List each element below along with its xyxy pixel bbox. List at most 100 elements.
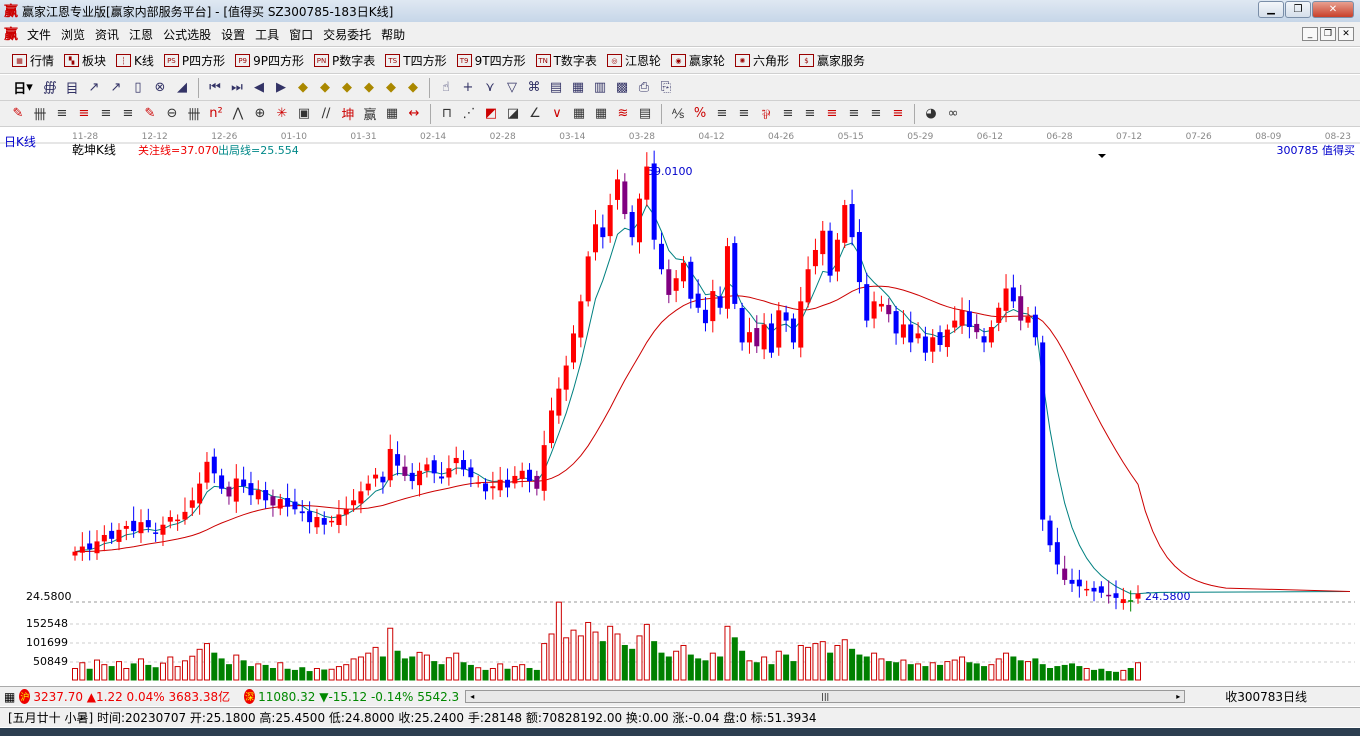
chart-tool-icon[interactable]: ▯ xyxy=(128,78,148,98)
menu-item[interactable]: 设置 xyxy=(216,26,250,43)
chart-tool-icon[interactable]: ↗ xyxy=(106,78,126,98)
quote-list-icon[interactable]: ▦ xyxy=(4,690,15,704)
toolbar-button[interactable]: $ 赢家服务 xyxy=(795,52,869,69)
drawing-tool-icon[interactable]: ✳ xyxy=(272,104,292,124)
drawing-tool-icon[interactable]: ≡ xyxy=(822,104,842,124)
menu-item[interactable]: 帮助 xyxy=(376,26,410,43)
drawing-tool-icon[interactable]: 卌 xyxy=(184,104,204,124)
chart-tool-icon[interactable]: ◆ xyxy=(293,78,313,98)
menu-item[interactable]: 江恩 xyxy=(124,26,158,43)
toolbar-button[interactable]: ▚ 板块 xyxy=(60,52,110,69)
drawing-tool-icon[interactable]: ≡ xyxy=(712,104,732,124)
drawing-tool-icon[interactable]: ∠ xyxy=(525,104,545,124)
drawing-tool-icon[interactable]: ⅍ xyxy=(668,104,688,124)
chart-tool-icon[interactable]: ↗ xyxy=(84,78,104,98)
drawing-tool-icon[interactable]: ⊖ xyxy=(162,104,182,124)
drawing-tool-icon[interactable]: ∨ xyxy=(547,104,567,124)
toolbar-button[interactable]: PS P四方形 xyxy=(160,52,229,69)
chart-tool-icon[interactable]: ▽ xyxy=(502,78,522,98)
toolbar-button[interactable]: ✺ 六角形 xyxy=(731,52,793,69)
chart-tool-icon[interactable]: ◆ xyxy=(359,78,379,98)
chart-tool-icon[interactable]: 目 xyxy=(62,78,82,98)
chart-tool-icon[interactable]: ◀ xyxy=(249,78,269,98)
minimize-button[interactable]: ▁ xyxy=(1258,1,1284,18)
period-select[interactable]: 日 ▾ xyxy=(8,78,38,98)
menu-item[interactable]: 资讯 xyxy=(90,26,124,43)
chart-canvas[interactable]: 日K线 乾坤K线 关注线=37.070 出局线=25.554 300785 值得… xyxy=(0,127,1360,685)
menu-item[interactable]: 文件 xyxy=(22,26,56,43)
chart-tool-icon[interactable]: ⊗ xyxy=(150,78,170,98)
drawing-tool-icon[interactable]: ⊕ xyxy=(250,104,270,124)
toolbar-button[interactable]: TN T数字表 xyxy=(532,52,601,69)
drawing-tool-icon[interactable]: ▤ xyxy=(635,104,655,124)
chart-tool-icon[interactable]: ◢ xyxy=(172,78,192,98)
toolbar-button[interactable]: ◎ 江恩轮 xyxy=(603,52,665,69)
drawing-tool-icon[interactable]: ≡ xyxy=(800,104,820,124)
drawing-tool-icon[interactable]: ▦ xyxy=(569,104,589,124)
menu-item[interactable]: 交易委托 xyxy=(318,26,376,43)
kline-chart[interactable]: 日K线 乾坤K线 关注线=37.070 出局线=25.554 300785 值得… xyxy=(0,127,1360,685)
chart-tool-icon[interactable]: ⏭ xyxy=(227,78,247,98)
toolbar-button[interactable]: P9 9P四方形 xyxy=(231,52,308,69)
drawing-tool-icon[interactable]: ↔ xyxy=(404,104,424,124)
toolbar-button[interactable]: TS T四方形 xyxy=(381,52,450,69)
drawing-tool-icon[interactable]: % xyxy=(690,104,710,124)
drawing-tool-icon[interactable]: 卌 xyxy=(30,104,50,124)
toolbar-button[interactable]: ▦ 行情 xyxy=(8,52,58,69)
chart-tool-icon[interactable]: ◆ xyxy=(381,78,401,98)
drawing-tool-icon[interactable]: ≡ xyxy=(118,104,138,124)
drawing-tool-icon[interactable]: ✎ xyxy=(8,104,28,124)
drawing-tool-icon[interactable]: ◪ xyxy=(503,104,523,124)
drawing-tool-icon[interactable]: ≡ xyxy=(866,104,886,124)
mdi-minimize-button[interactable]: _ xyxy=(1302,27,1318,41)
drawing-tool-icon[interactable]: ∕∕ xyxy=(316,104,336,124)
drawing-tool-icon[interactable]: ≡ xyxy=(778,104,798,124)
drawing-tool-icon[interactable]: ✎ xyxy=(140,104,160,124)
drawing-tool-icon[interactable]: ∞ xyxy=(943,104,963,124)
drawing-tool-icon[interactable]: ≋ xyxy=(613,104,633,124)
menu-item[interactable]: 公式选股 xyxy=(158,26,216,43)
drawing-tool-icon[interactable]: ◩ xyxy=(481,104,501,124)
drawing-tool-icon[interactable]: 赢 xyxy=(360,104,380,124)
horizontal-scrollbar[interactable]: ◂ ||| ▸ xyxy=(465,690,1186,703)
drawing-tool-icon[interactable]: ≡ xyxy=(52,104,72,124)
close-button[interactable]: ✕ xyxy=(1312,1,1354,18)
chart-tool-icon[interactable]: ▤ xyxy=(546,78,566,98)
mdi-close-button[interactable]: ✕ xyxy=(1338,27,1354,41)
drawing-tool-icon[interactable]: ◕ xyxy=(921,104,941,124)
toolbar-button[interactable]: T9 9T四方形 xyxy=(453,52,530,69)
chart-tool-icon[interactable]: ◆ xyxy=(337,78,357,98)
drawing-tool-icon[interactable]: ≡ xyxy=(74,104,94,124)
chart-tool-icon[interactable]: ☝ xyxy=(436,78,456,98)
chart-tool-icon[interactable]: ◆ xyxy=(315,78,335,98)
toolbar-button[interactable]: PN P数字表 xyxy=(310,52,379,69)
drawing-tool-icon[interactable]: ▦ xyxy=(382,104,402,124)
maximize-button[interactable]: ❐ xyxy=(1285,1,1311,18)
chart-tool-icon[interactable]: ▥ xyxy=(590,78,610,98)
chart-tool-icon[interactable]: + xyxy=(458,78,478,98)
drawing-tool-icon[interactable]: ≡ xyxy=(734,104,754,124)
chart-tool-icon[interactable]: ⌘ xyxy=(524,78,544,98)
toolbar-button[interactable]: ┆ K线 xyxy=(112,52,158,69)
chart-tool-icon[interactable]: ▩ xyxy=(612,78,632,98)
drawing-tool-icon[interactable]: 坤 xyxy=(338,104,358,124)
toolbar-button[interactable]: ◉ 赢家轮 xyxy=(667,52,729,69)
drawing-tool-icon[interactable]: ≡ xyxy=(844,104,864,124)
drawing-tool-icon[interactable]: ⅌ xyxy=(756,104,776,124)
menu-item[interactable]: 窗口 xyxy=(284,26,318,43)
chart-tool-icon[interactable]: ▦ xyxy=(568,78,588,98)
chart-tool-icon[interactable]: ∰ xyxy=(40,78,60,98)
drawing-tool-icon[interactable]: ⊓ xyxy=(437,104,457,124)
chart-tool-icon[interactable]: ⎘ xyxy=(656,78,676,98)
drawing-tool-icon[interactable]: ≡ xyxy=(96,104,116,124)
drawing-tool-icon[interactable]: n² xyxy=(206,104,226,124)
chart-tool-icon[interactable]: ⏮ xyxy=(205,78,225,98)
menu-item[interactable]: 浏览 xyxy=(56,26,90,43)
drawing-tool-icon[interactable]: ≡ xyxy=(888,104,908,124)
mdi-restore-button[interactable]: ❐ xyxy=(1320,27,1336,41)
chart-tool-icon[interactable]: ⋎ xyxy=(480,78,500,98)
drawing-tool-icon[interactable]: ▣ xyxy=(294,104,314,124)
menu-item[interactable]: 工具 xyxy=(250,26,284,43)
drawing-tool-icon[interactable]: ▦ xyxy=(591,104,611,124)
chart-tool-icon[interactable]: ⎙ xyxy=(634,78,654,98)
